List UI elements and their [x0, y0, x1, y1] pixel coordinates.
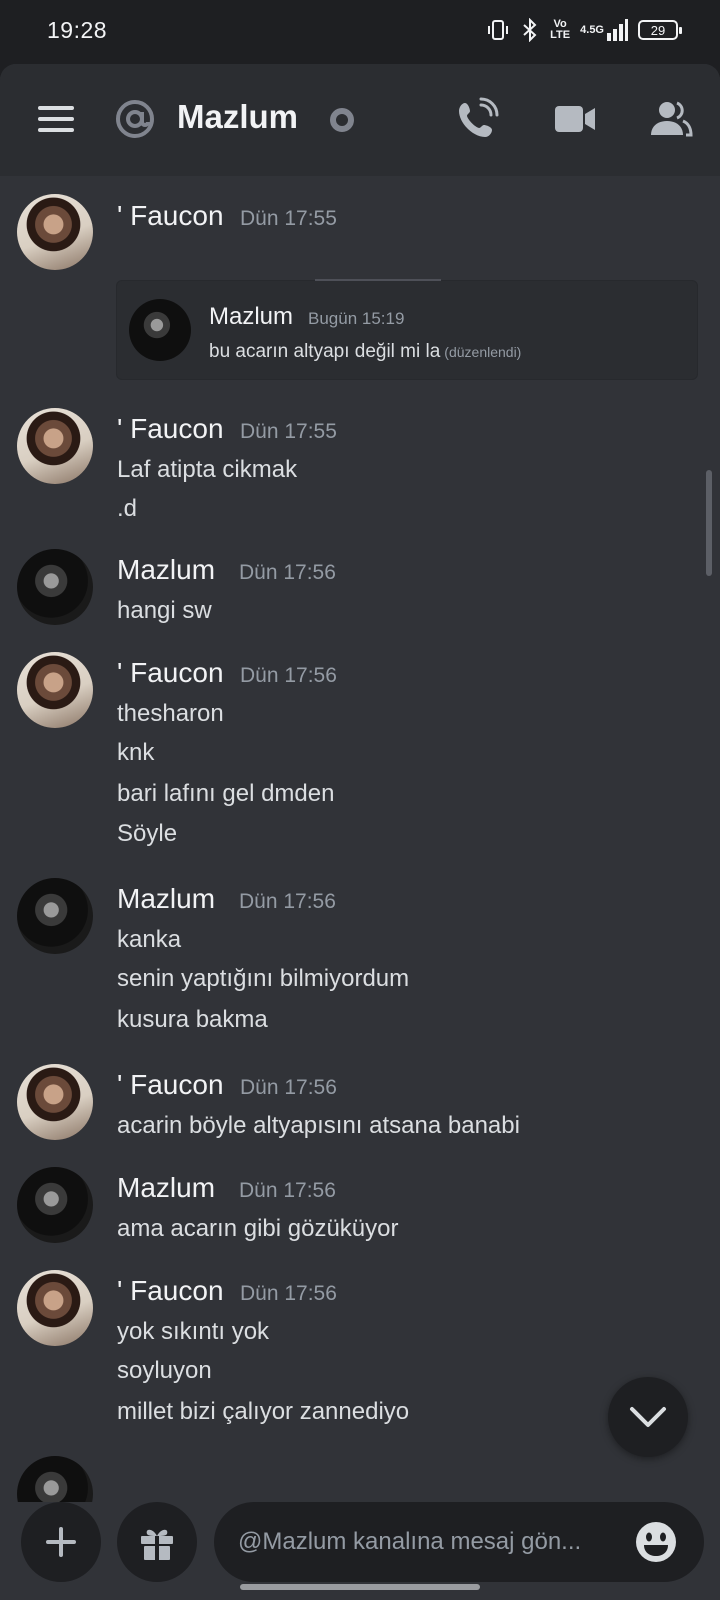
- status-bar: 19:28 Vo LTE 4.5G 29: [0, 0, 720, 64]
- reply-content: bu acarın altyapı değil mi la: [209, 341, 441, 362]
- avatar[interactable]: [17, 549, 93, 625]
- message-author[interactable]: ' Faucon: [117, 200, 224, 232]
- at-sign-icon: [116, 100, 154, 138]
- message-line: .d: [117, 495, 138, 522]
- message-author[interactable]: Mazlum: [117, 554, 215, 586]
- chevron-down-icon: [630, 1407, 666, 1427]
- avatar[interactable]: [17, 194, 93, 270]
- message-line: hangi sw: [117, 597, 212, 624]
- emoji-icon[interactable]: [634, 1520, 678, 1564]
- avatar[interactable]: [17, 1167, 93, 1243]
- avatar[interactable]: [17, 878, 93, 954]
- plus-icon: [46, 1527, 76, 1557]
- message-timestamp: Dün 17:56: [239, 890, 336, 913]
- phone-call-icon[interactable]: [452, 94, 502, 144]
- status-icons: Vo LTE 4.5G 29: [486, 18, 682, 42]
- reply-embed[interactable]: Mazlum Bugün 15:19 bu acarın altyapı değ…: [116, 279, 698, 380]
- avatar[interactable]: [17, 652, 93, 728]
- reply-timestamp: Bugün 15:19: [308, 309, 405, 328]
- message-line: millet bizi çalıyor zannediyo: [117, 1398, 410, 1425]
- message-line: Laf atipta cikmak: [117, 456, 298, 483]
- message-line: yok sıkıntı yok: [117, 1318, 270, 1345]
- message-composer: [0, 1502, 720, 1600]
- message-input[interactable]: [214, 1502, 704, 1582]
- message-line: ama acarın gibi gözüküyor: [117, 1215, 399, 1242]
- hamburger-icon[interactable]: [38, 106, 74, 132]
- message-timestamp: Dün 17:56: [239, 561, 336, 584]
- message-author[interactable]: ' Faucon: [117, 657, 224, 689]
- message-list[interactable]: ' Faucon Dün 17:55 Mazlum Bugün 15:19 bu…: [0, 176, 720, 1546]
- message-line: senin yaptığını bilmiyordum: [117, 965, 410, 992]
- message-line: acarin böyle altyapısını atsana banabi: [117, 1112, 520, 1139]
- message-line: bari lafını gel dmden: [117, 780, 335, 807]
- chat-window: Mazlum ' Faucon Dün 17:55 Mazlum Bugün 1…: [0, 64, 720, 1600]
- message-author[interactable]: ' Faucon: [117, 413, 224, 445]
- gift-button[interactable]: [117, 1502, 197, 1582]
- message-timestamp: Dün 17:56: [240, 664, 337, 687]
- status-time: 19:28: [47, 17, 108, 43]
- volte-icon: Vo LTE: [550, 18, 571, 41]
- channel-header: Mazlum: [0, 64, 720, 176]
- channel-title[interactable]: Mazlum: [177, 98, 298, 136]
- message-line: knk: [117, 739, 155, 766]
- message-line: kanka: [117, 926, 182, 953]
- network-type: 4.5G: [580, 24, 604, 36]
- message-line: soyluyon: [117, 1357, 212, 1384]
- battery-level: 29: [650, 22, 666, 38]
- add-attachment-button[interactable]: [21, 1502, 101, 1582]
- message-timestamp: Dün 17:56: [239, 1179, 336, 1202]
- jump-to-present-button[interactable]: [608, 1377, 688, 1457]
- scrollbar[interactable]: [706, 470, 712, 576]
- avatar[interactable]: [17, 408, 93, 484]
- gift-icon: [141, 1529, 173, 1560]
- offline-status-icon: [330, 108, 354, 132]
- signal-icon: 4.5G: [580, 19, 628, 41]
- message-author[interactable]: Mazlum: [117, 883, 215, 915]
- message-line: thesharon: [117, 700, 224, 727]
- avatar[interactable]: [17, 1270, 93, 1346]
- message-timestamp: Dün 17:56: [240, 1282, 337, 1305]
- message-author[interactable]: ' Faucon: [117, 1069, 224, 1101]
- message-author[interactable]: ' Faucon: [117, 1275, 224, 1307]
- members-icon[interactable]: [646, 94, 696, 144]
- message-timestamp: Dün 17:55: [240, 207, 337, 230]
- avatar[interactable]: [17, 1064, 93, 1140]
- bluetooth-icon: [520, 18, 540, 42]
- message-timestamp: Dün 17:56: [240, 1076, 337, 1099]
- edited-label: (düzenlendi): [444, 344, 522, 360]
- message-author[interactable]: Mazlum: [117, 1172, 215, 1204]
- video-camera-icon[interactable]: [550, 94, 600, 144]
- reply-text: bu acarın altyapı değil mi la (düzenlendi…: [209, 341, 521, 363]
- message-timestamp: Dün 17:55: [240, 420, 337, 443]
- embed-divider: [315, 279, 441, 281]
- vibrate-icon: [486, 18, 510, 42]
- battery-icon: 29: [638, 20, 682, 40]
- message-line: kusura bakma: [117, 1006, 268, 1033]
- avatar: [129, 299, 191, 361]
- reply-author: Mazlum: [209, 303, 294, 330]
- home-indicator[interactable]: [240, 1584, 480, 1590]
- message-line: Söyle: [117, 820, 178, 847]
